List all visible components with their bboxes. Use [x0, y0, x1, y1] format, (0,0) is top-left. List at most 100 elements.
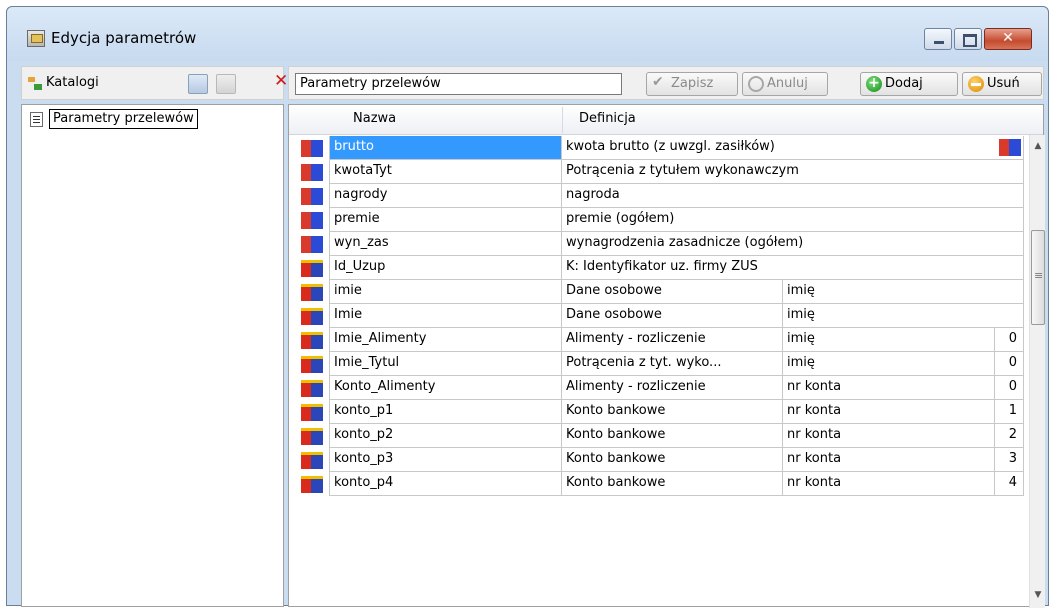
- vertical-scrollbar[interactable]: ▲ ▼: [1029, 135, 1045, 608]
- cell-name[interactable]: Id_Uzup: [329, 256, 562, 280]
- table-row[interactable]: brutto kwota brutto (z uwzgl. zasiłków): [289, 136, 1029, 160]
- cell-field[interactable]: imię: [783, 304, 1024, 328]
- add-button[interactable]: + Dodaj: [860, 72, 958, 96]
- cell-field[interactable]: imię: [783, 328, 995, 352]
- table-row[interactable]: Imie_Alimenty Alimenty - rozliczenie imię 0: [289, 328, 1029, 352]
- maximize-button[interactable]: [954, 28, 982, 50]
- cell-name[interactable]: Imie_Alimenty: [329, 328, 562, 352]
- field-parameter-icon: [301, 356, 323, 373]
- checkmark-icon: ✔: [652, 74, 664, 90]
- cell-name[interactable]: imie: [329, 280, 562, 304]
- column-header-name[interactable]: Nazwa: [353, 111, 396, 126]
- table-row[interactable]: konto_p2 Konto bankowe nr konta 2: [289, 424, 1029, 448]
- delete-button[interactable]: Usuń: [962, 72, 1042, 96]
- cell-definition[interactable]: Potrącenia z tyt. wyko...: [562, 352, 783, 376]
- cell-field[interactable]: nr konta: [783, 400, 995, 424]
- table-row[interactable]: Imie_Tytul Potrącenia z tyt. wyko... imię 0: [289, 352, 1029, 376]
- cell-name[interactable]: wyn_zas: [329, 232, 562, 256]
- field-parameter-icon: [301, 308, 323, 325]
- close-button[interactable]: ✕: [984, 28, 1032, 50]
- cell-name[interactable]: konto_p2: [329, 424, 562, 448]
- close-icon: ✕: [1002, 30, 1014, 46]
- cancel-label: Anuluj: [767, 76, 808, 91]
- formula-parameter-icon: [301, 140, 323, 157]
- cell-name[interactable]: Konto_Alimenty: [329, 376, 562, 400]
- cell-definition[interactable]: Konto bankowe: [562, 424, 783, 448]
- formula-parameter-icon: [301, 164, 323, 181]
- cell-definition[interactable]: K: Identyfikator uz. firmy ZUS: [562, 256, 1024, 280]
- cell-definition[interactable]: Konto bankowe: [562, 472, 783, 496]
- cell-definition[interactable]: nagroda: [562, 184, 1024, 208]
- save-label: Zapisz: [671, 76, 714, 91]
- cell-definition[interactable]: kwota brutto (z uwzgl. zasiłków): [562, 136, 1024, 160]
- cell-definition[interactable]: premie (ogółem): [562, 208, 1024, 232]
- cell-name[interactable]: nagrody: [329, 184, 562, 208]
- cell-field[interactable]: imię: [783, 352, 995, 376]
- scroll-down-icon[interactable]: ▼: [1030, 590, 1046, 606]
- edit-folder-icon[interactable]: [216, 74, 236, 94]
- field-parameter-icon: [301, 452, 323, 469]
- cell-definition[interactable]: Dane osobowe: [562, 304, 783, 328]
- cell-name[interactable]: konto_p4: [329, 472, 562, 496]
- cell-definition[interactable]: wynagrodzenia zasadnicze (ogółem): [562, 232, 1024, 256]
- cell-name[interactable]: Imie: [329, 304, 562, 328]
- cell-definition[interactable]: Dane osobowe: [562, 280, 783, 304]
- cell-field[interactable]: nr konta: [783, 376, 995, 400]
- cell-index[interactable]: 4: [995, 472, 1024, 496]
- cell-definition[interactable]: Konto bankowe: [562, 400, 783, 424]
- table-row[interactable]: konto_p3 Konto bankowe nr konta 3: [289, 448, 1029, 472]
- cell-name[interactable]: konto_p3: [329, 448, 562, 472]
- table-row[interactable]: konto_p1 Konto bankowe nr konta 1: [289, 400, 1029, 424]
- cell-name[interactable]: brutto: [329, 136, 562, 160]
- save-button[interactable]: ✔ Zapisz: [646, 72, 738, 96]
- table-row[interactable]: premie premie (ogółem): [289, 208, 1029, 232]
- cell-definition[interactable]: Alimenty - rozliczenie: [562, 328, 783, 352]
- scrollbar-thumb[interactable]: [1031, 230, 1045, 325]
- title-bar: Edycja parametrów ✕: [7, 7, 1048, 61]
- cell-field[interactable]: nr konta: [783, 424, 995, 448]
- cell-definition[interactable]: Konto bankowe: [562, 448, 783, 472]
- cell-name[interactable]: konto_p1: [329, 400, 562, 424]
- cell-field[interactable]: imię: [783, 280, 1024, 304]
- formula-parameter-icon: [301, 236, 323, 253]
- cell-index[interactable]: 1: [995, 400, 1024, 424]
- scroll-up-icon[interactable]: ▲: [1030, 141, 1046, 157]
- delete-label: Usuń: [987, 76, 1020, 91]
- cell-field[interactable]: nr konta: [783, 448, 995, 472]
- table-row[interactable]: nagrody nagroda: [289, 184, 1029, 208]
- edit-definition-icon[interactable]: [999, 139, 1021, 156]
- table-row[interactable]: Konto_Alimenty Alimenty - rozliczenie nr k…: [289, 376, 1029, 400]
- delete-catalog-icon[interactable]: ✕: [274, 71, 288, 91]
- cell-field[interactable]: nr konta: [783, 472, 995, 496]
- catalog-name-field[interactable]: Parametry przelewów: [295, 73, 622, 95]
- cell-name[interactable]: premie: [329, 208, 562, 232]
- document-list-icon: [30, 112, 43, 127]
- cell-definition[interactable]: Potrącenia z tytułem wykonawczym: [562, 160, 1024, 184]
- field-parameter-icon: [301, 404, 323, 421]
- cell-index[interactable]: 0: [995, 352, 1024, 376]
- cell-index[interactable]: 2: [995, 424, 1024, 448]
- cell-index[interactable]: 3: [995, 448, 1024, 472]
- field-parameter-icon: [301, 332, 323, 349]
- table-row[interactable]: kwotaTyt Potrącenia z tytułem wykonawczym: [289, 160, 1029, 184]
- add-folder-icon[interactable]: [188, 74, 208, 94]
- table-row[interactable]: imie Dane osobowe imię: [289, 280, 1029, 304]
- cancel-button[interactable]: Anuluj: [742, 72, 828, 96]
- minimize-button[interactable]: [924, 28, 952, 50]
- column-separator[interactable]: [562, 107, 563, 133]
- table-row[interactable]: Id_Uzup K: Identyfikator uz. firmy ZUS: [289, 256, 1029, 280]
- cell-index[interactable]: 0: [995, 328, 1024, 352]
- cell-name[interactable]: kwotaTyt: [329, 160, 562, 184]
- field-parameter-icon: [301, 476, 323, 493]
- table-row[interactable]: Imie Dane osobowe imię: [289, 304, 1029, 328]
- cell-definition[interactable]: Alimenty - rozliczenie: [562, 376, 783, 400]
- cell-index[interactable]: 0: [995, 376, 1024, 400]
- column-header-definition[interactable]: Definicja: [579, 111, 636, 126]
- table-row[interactable]: wyn_zas wynagrodzenia zasadnicze (ogółem): [289, 232, 1029, 256]
- minus-icon: [968, 76, 984, 92]
- app-icon: [27, 30, 45, 47]
- cell-name[interactable]: Imie_Tytul: [329, 352, 562, 376]
- table-row[interactable]: konto_p4 Konto bankowe nr konta 4: [289, 472, 1029, 496]
- catalog-tree-icon: [28, 77, 42, 91]
- field-parameter-icon: [301, 380, 323, 397]
